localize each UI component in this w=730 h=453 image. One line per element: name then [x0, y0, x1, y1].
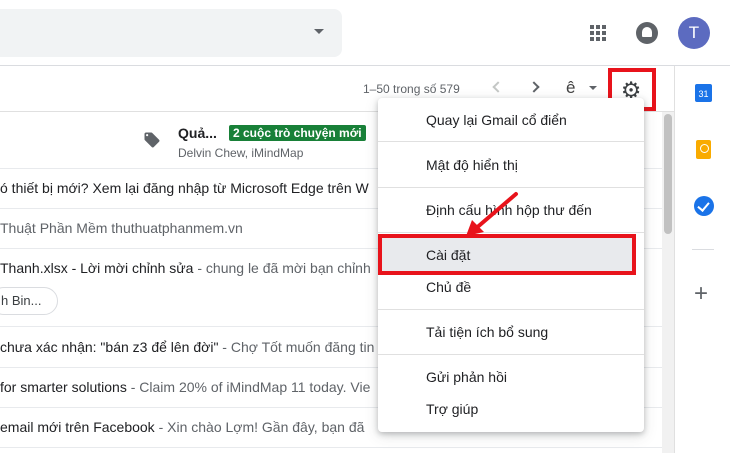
attachment-chip[interactable]: h Bin... [0, 287, 58, 315]
top-header: T [0, 0, 730, 66]
newer-page-chevron-icon[interactable] [492, 81, 504, 93]
scrollbar-thumb[interactable] [664, 114, 672, 234]
settings-item-highlight [378, 234, 636, 275]
menu-divider [378, 309, 644, 310]
tasks-icon[interactable] [694, 196, 714, 216]
mail-subject: Thanh.xlsx - Lời mời chỉnh sửa [0, 260, 194, 276]
add-addon-plus-icon[interactable]: + [694, 282, 708, 306]
menu-divider [378, 187, 644, 188]
side-panel [674, 66, 730, 453]
mail-subject: ó thiết bị mới? Xem lại đăng nhập từ Mic… [0, 180, 369, 196]
menu-item-themes[interactable]: Chủ đề [426, 279, 471, 295]
account-avatar[interactable]: T [678, 17, 710, 49]
menu-item-send-feedback[interactable]: Gửi phản hồi [426, 369, 507, 385]
calendar-icon[interactable]: 31 [695, 84, 712, 102]
mail-subject: for smarter solutions [0, 379, 127, 395]
promotions-title: Quả... [178, 125, 217, 141]
search-options-chevron-icon[interactable] [314, 29, 324, 34]
menu-divider [378, 354, 644, 355]
input-tools-button[interactable]: ê [566, 78, 575, 98]
new-conversations-badge: 2 cuộc trò chuyện mới [229, 125, 366, 141]
keep-icon[interactable] [696, 140, 711, 159]
notifications-bell-icon[interactable] [636, 22, 658, 44]
mail-snippet: - Claim 20% of iMindMap 11 today. Vie [126, 379, 371, 395]
menu-item-display-density[interactable]: Mật độ hiển thị [426, 157, 518, 173]
promotions-senders: Delvin Chew, iMindMap [178, 146, 304, 160]
mail-subject: email mới trên Facebook [0, 419, 155, 435]
older-page-chevron-icon[interactable] [528, 81, 540, 93]
pagination-text: 1–50 trong số 579 [363, 82, 460, 96]
menu-item-get-addons[interactable]: Tải tiện ích bổ sung [426, 324, 548, 340]
mail-snippet: - Xin chào Lợm! Gần đây, bạn đã [154, 419, 365, 435]
mail-snippet: Thuật Phần Mềm thuthuatphanmem.vn [0, 220, 243, 236]
red-arrow-icon [466, 192, 518, 236]
menu-item-help[interactable]: Trợ giúp [426, 401, 478, 417]
side-panel-divider [692, 249, 714, 250]
menu-divider [378, 141, 644, 142]
mail-snippet: - Chợ Tốt muốn đăng tin [218, 339, 375, 355]
mail-snippet: - chung le đã mời bạn chỉnh [193, 260, 371, 276]
menu-item-classic-gmail[interactable]: Quay lại Gmail cổ điển [426, 112, 567, 128]
google-apps-icon[interactable] [590, 25, 606, 41]
search-bar[interactable] [0, 9, 342, 57]
input-tools-chevron-icon[interactable] [589, 86, 597, 90]
tag-icon [144, 132, 160, 148]
mail-subject: chưa xác nhận: "bán z3 để lên đời" [0, 339, 219, 355]
